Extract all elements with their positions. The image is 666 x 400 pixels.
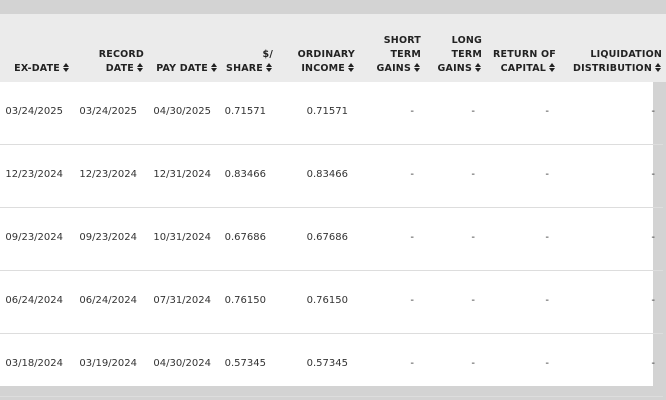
cell-ordinary-income: 0.67686 — [306, 232, 348, 243]
sort-icon[interactable] — [549, 63, 556, 72]
sort-icon[interactable] — [414, 63, 421, 72]
header-label: RETURN OF — [493, 49, 556, 60]
cell-pay-date: 10/31/2024 — [153, 232, 211, 243]
header-label: GAINS — [437, 63, 472, 74]
distribution-table: EX-DATE RECORD DATE PAY DATE $/ SHARE OR… — [0, 14, 666, 397]
cell-ordinary-income: 0.83466 — [306, 169, 348, 180]
header-label: SHARE — [226, 63, 263, 74]
cell-ex-date: 06/24/2024 — [5, 295, 63, 306]
cell-long-term-gains: - — [471, 232, 475, 243]
header-label: DISTRIBUTION — [573, 63, 652, 74]
header-label: CAPITAL — [500, 63, 546, 74]
cell-ex-date: 09/23/2024 — [5, 232, 63, 243]
header-label: PAY DATE — [156, 63, 208, 74]
col-header-per-share[interactable]: $/ SHARE — [226, 48, 273, 76]
cell-record-date: 12/23/2024 — [79, 169, 137, 180]
sort-icon[interactable] — [266, 63, 273, 72]
cell-return-of-capital: - — [545, 106, 549, 117]
cell-pay-date: 04/30/2024 — [153, 358, 211, 369]
header-label: $/ — [262, 49, 273, 60]
cell-long-term-gains: - — [471, 358, 475, 369]
cell-return-of-capital: - — [545, 295, 549, 306]
cell-ordinary-income: 0.76150 — [306, 295, 348, 306]
cell-long-term-gains: - — [471, 106, 475, 117]
cell-record-date: 03/19/2024 — [79, 358, 137, 369]
col-header-ex-date[interactable]: EX-DATE — [14, 62, 70, 76]
cell-short-term-gains: - — [410, 169, 414, 180]
cell-liquidation-distribution: - — [651, 358, 655, 369]
cell-ex-date: 03/24/2025 — [5, 106, 63, 117]
cell-liquidation-distribution: - — [651, 295, 655, 306]
header-label: TERM — [451, 49, 482, 60]
header-label: INCOME — [301, 63, 345, 74]
header-label: SHORT — [383, 35, 421, 46]
cell-record-date: 09/23/2024 — [79, 232, 137, 243]
cell-ex-date: 03/18/2024 — [5, 358, 63, 369]
header-label: LIQUIDATION — [590, 49, 662, 60]
header-label: RECORD — [98, 49, 144, 60]
cell-return-of-capital: - — [545, 232, 549, 243]
table-header: EX-DATE RECORD DATE PAY DATE $/ SHARE OR… — [0, 14, 666, 82]
cell-ex-date: 12/23/2024 — [5, 169, 63, 180]
sort-icon[interactable] — [211, 63, 218, 72]
table-row: 12/23/2024 12/23/2024 12/31/2024 0.83466 0.8… — [0, 145, 663, 208]
sort-icon[interactable] — [137, 63, 144, 72]
cell-return-of-capital: - — [545, 169, 549, 180]
cell-pay-date: 07/31/2024 — [153, 295, 211, 306]
cell-ordinary-income: 0.71571 — [306, 106, 348, 117]
cell-return-of-capital: - — [545, 358, 549, 369]
cell-record-date: 03/24/2025 — [79, 106, 137, 117]
sort-icon[interactable] — [655, 63, 662, 72]
header-label: GAINS — [376, 63, 411, 74]
cell-long-term-gains: - — [471, 295, 475, 306]
sort-icon[interactable] — [63, 63, 70, 72]
col-header-ordinary-income[interactable]: ORDINARY INCOME — [298, 48, 355, 76]
col-header-long-term-gains[interactable]: LONG TERM GAINS — [438, 34, 482, 76]
col-header-short-term-gains[interactable]: SHORT TERM GAINS — [377, 34, 421, 76]
cell-per-share: 0.71571 — [224, 106, 266, 117]
table-row: 09/23/2024 09/23/2024 10/31/2024 0.67686 0.6… — [0, 208, 663, 271]
cell-pay-date: 12/31/2024 — [153, 169, 211, 180]
col-header-return-of-capital[interactable]: RETURN OF CAPITAL — [493, 48, 556, 76]
cell-liquidation-distribution: - — [651, 169, 655, 180]
cell-liquidation-distribution: - — [651, 232, 655, 243]
cell-per-share: 0.76150 — [224, 295, 266, 306]
cell-short-term-gains: - — [410, 106, 414, 117]
header-label: EX-DATE — [14, 63, 60, 74]
col-header-pay-date[interactable]: PAY DATE — [156, 62, 218, 76]
header-label: ORDINARY — [297, 49, 355, 60]
table-row: 03/18/2024 03/19/2024 04/30/2024 0.57345 0.5… — [0, 334, 663, 397]
cell-short-term-gains: - — [410, 232, 414, 243]
header-label: LONG — [451, 35, 482, 46]
table-row: 03/24/2025 03/24/2025 04/30/2025 0.71571 0.7… — [0, 82, 663, 145]
col-header-liquidation-distribution[interactable]: LIQUIDATION DISTRIBUTION — [573, 48, 662, 76]
header-label: TERM — [390, 49, 421, 60]
cell-short-term-gains: - — [410, 295, 414, 306]
col-header-record-date[interactable]: RECORD DATE — [99, 48, 144, 76]
sort-icon[interactable] — [348, 63, 355, 72]
cell-per-share: 0.67686 — [224, 232, 266, 243]
cell-per-share: 0.83466 — [224, 169, 266, 180]
cell-short-term-gains: - — [410, 358, 414, 369]
cell-long-term-gains: - — [471, 169, 475, 180]
sort-icon[interactable] — [475, 63, 482, 72]
cell-per-share: 0.57345 — [224, 358, 266, 369]
table-row: 06/24/2024 06/24/2024 07/31/2024 0.76150 0.7… — [0, 271, 663, 334]
cell-liquidation-distribution: - — [651, 106, 655, 117]
cell-record-date: 06/24/2024 — [79, 295, 137, 306]
cell-ordinary-income: 0.57345 — [306, 358, 348, 369]
header-label: DATE — [105, 63, 134, 74]
cell-pay-date: 04/30/2025 — [153, 106, 211, 117]
